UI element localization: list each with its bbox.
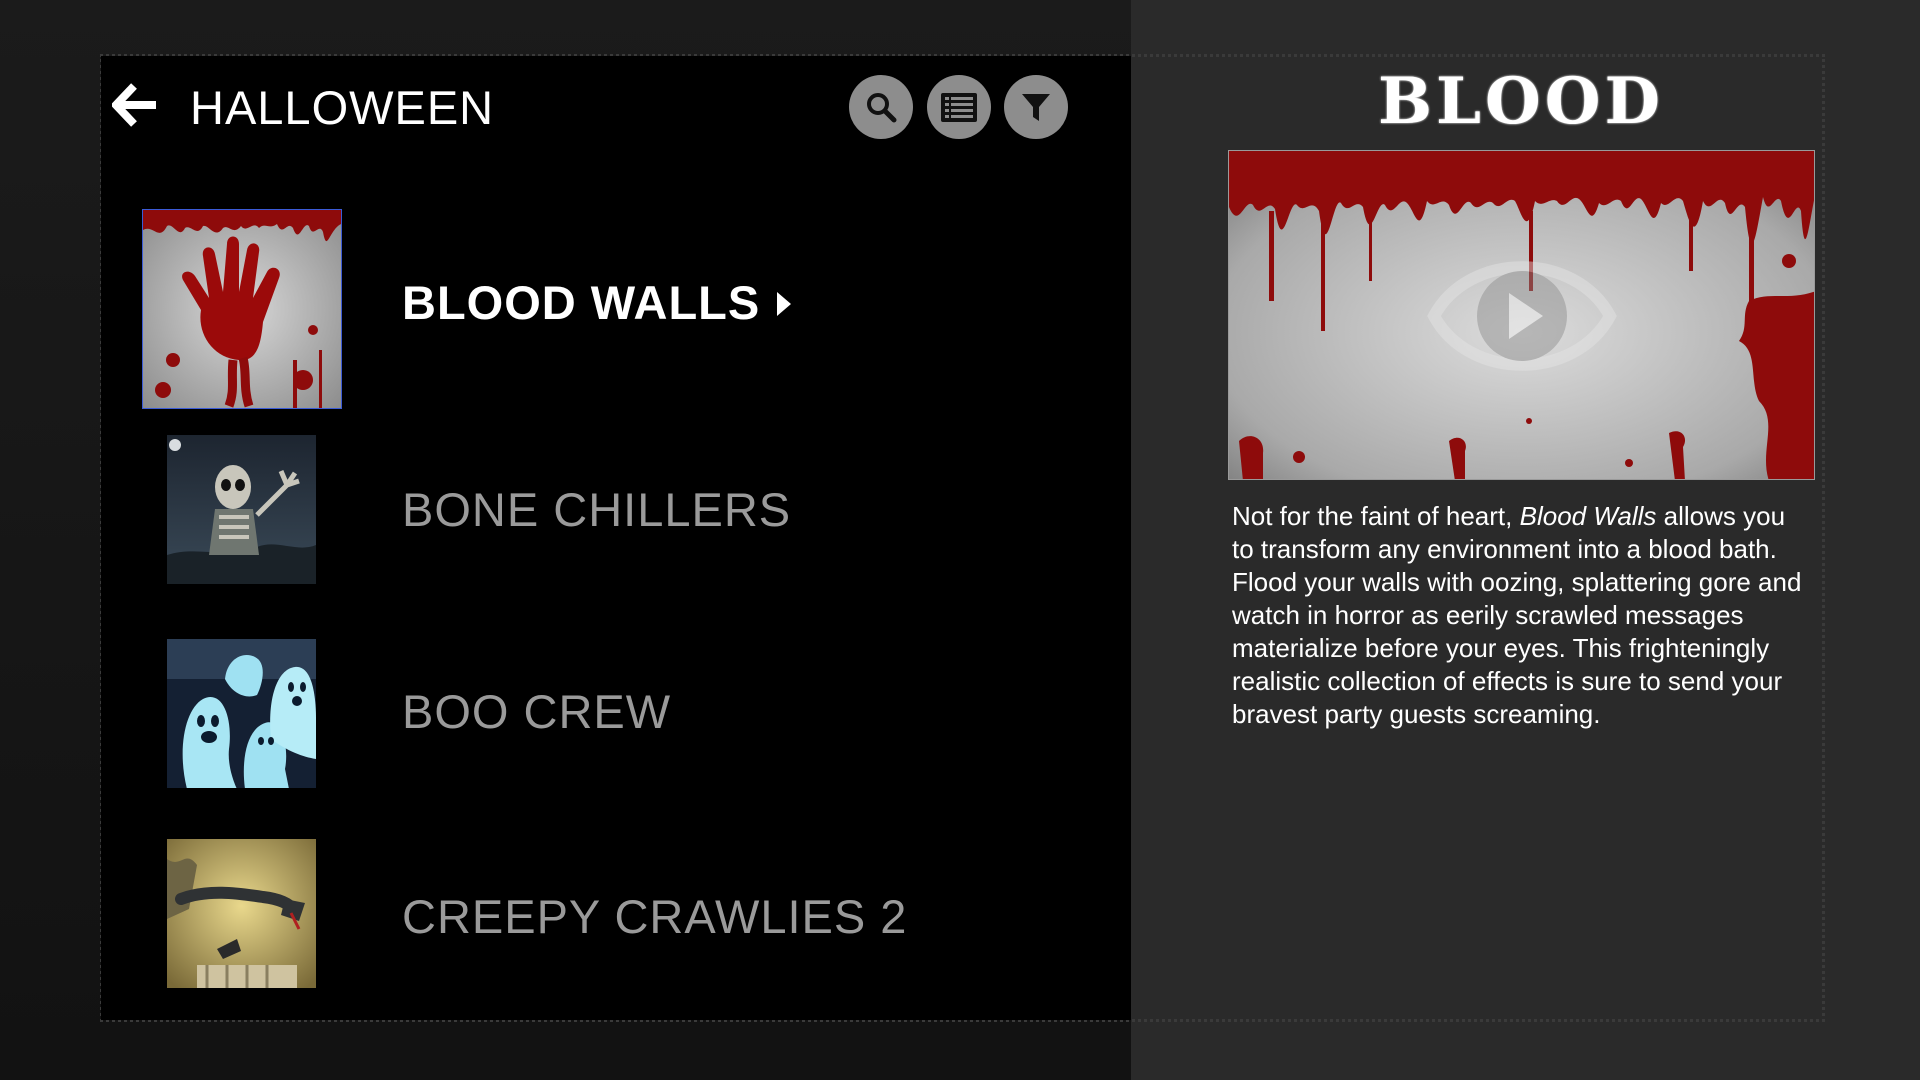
back-arrow-icon[interactable]	[110, 82, 158, 128]
list-item-label: BOO CREW	[402, 685, 672, 738]
search-button[interactable]	[849, 75, 913, 139]
list-icon	[941, 93, 977, 122]
video-preview[interactable]	[1228, 150, 1815, 480]
search-icon	[867, 93, 897, 123]
filter-icon	[1022, 94, 1050, 121]
thumbnail-boo-crew	[167, 639, 316, 788]
list-item-boo-crew[interactable]: BOO CREW	[142, 636, 1102, 836]
description-title-italic: Blood Walls	[1519, 501, 1657, 531]
list-item-bone-chillers[interactable]: BONE CHILLERS	[142, 432, 1102, 632]
list-item-label: BLOOD WALLS	[402, 276, 761, 329]
thumbnail-bone-chillers	[167, 435, 316, 584]
page-title: HALLOWEEN	[190, 81, 495, 134]
thumbnail-creepy-crawlies-2	[167, 839, 316, 988]
detail-description: Not for the faint of heart, Blood Walls …	[1232, 500, 1812, 731]
thumbnail-blood-walls	[142, 209, 342, 409]
list-item-label: CREEPY CRAWLIES 2	[402, 890, 908, 943]
description-prefix: Not for the faint of heart,	[1232, 501, 1520, 531]
list-item-label: BONE CHILLERS	[402, 483, 792, 536]
list-item-creepy-crawlies-2[interactable]: CREEPY CRAWLIES 2	[142, 839, 1102, 1039]
chevron-right-icon	[777, 292, 791, 316]
list-item-blood-walls[interactable]: BLOOD WALLS	[142, 205, 1102, 409]
list-view-button[interactable]	[927, 75, 991, 139]
filter-button[interactable]	[1004, 75, 1068, 139]
description-body: allows you to transform any environment …	[1232, 501, 1802, 729]
